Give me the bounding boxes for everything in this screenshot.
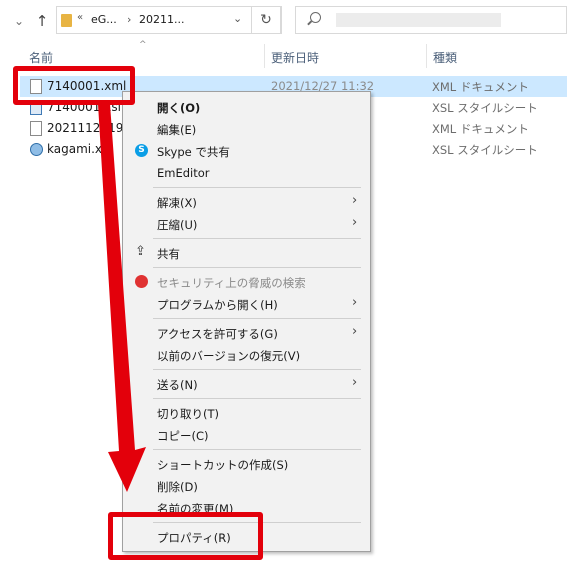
annotation-highlight-properties <box>108 512 263 560</box>
annotation-highlight-file <box>13 66 135 105</box>
